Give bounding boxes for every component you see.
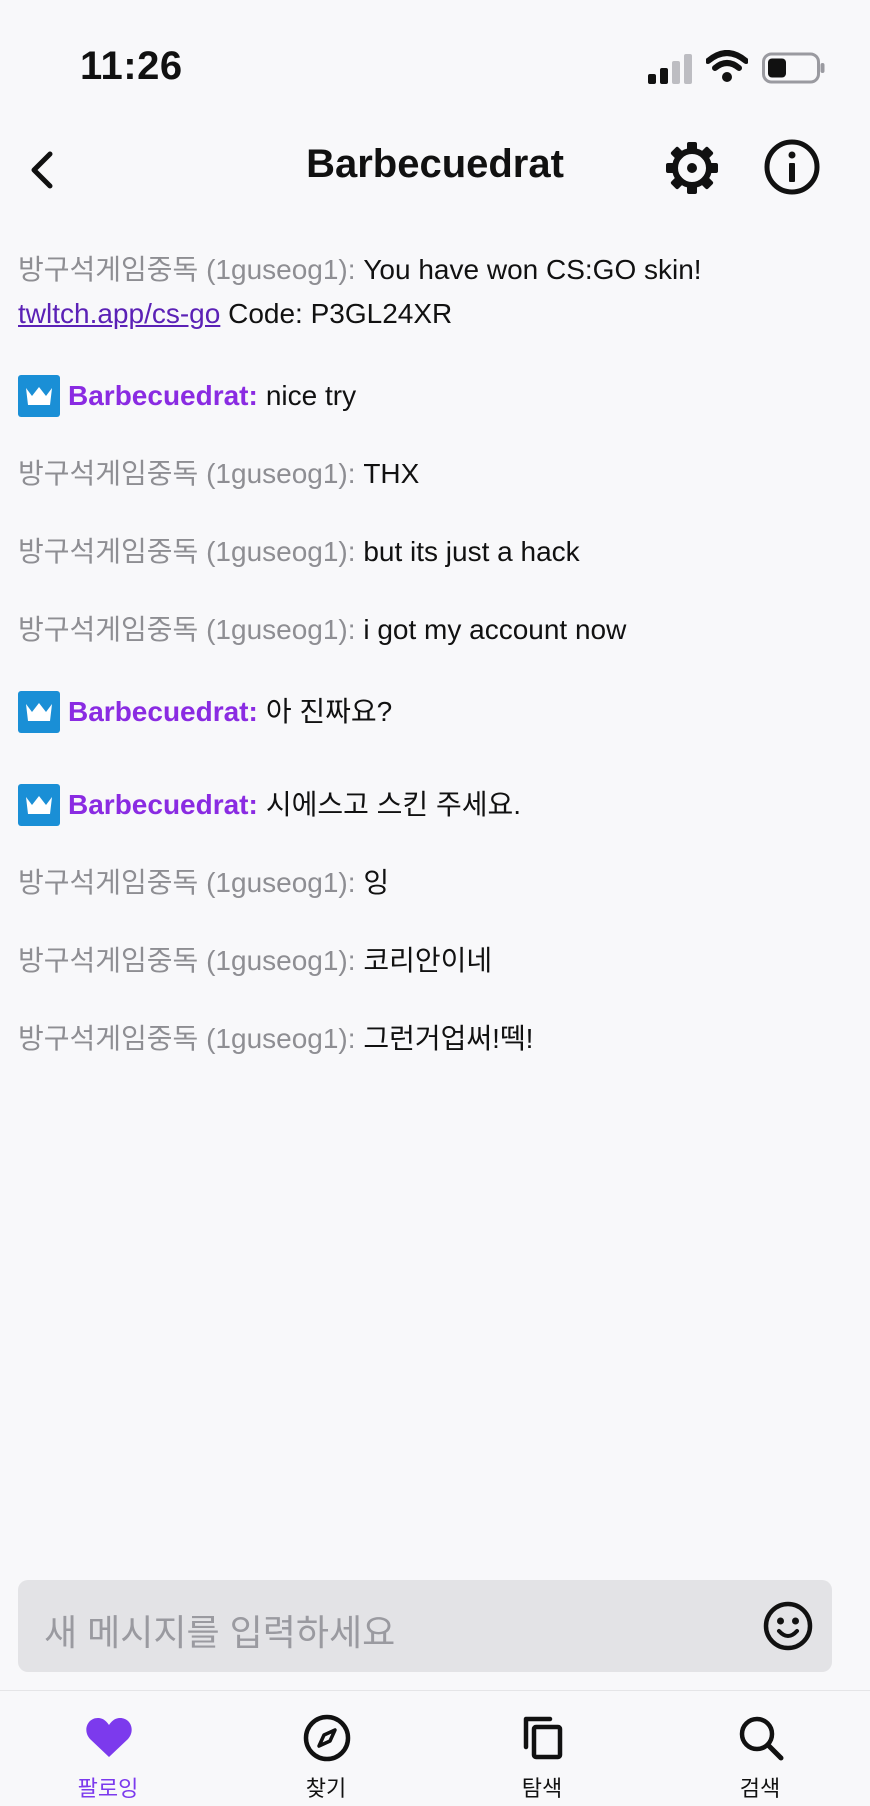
crown-badge-icon xyxy=(18,375,60,417)
chat-message-text: 코리안이네 xyxy=(355,945,493,976)
tab-label: 팔로잉 xyxy=(77,1776,139,1801)
chat-message: 방구석게임중독 (1guseog1): but its just a hack xyxy=(18,530,858,574)
chat-message-text: 잉 xyxy=(355,867,390,898)
emoji-icon[interactable] xyxy=(762,1600,814,1652)
crown-badge-icon xyxy=(18,784,60,826)
chat-message: Barbecuedrat: 아 진짜요? xyxy=(18,690,858,734)
chat-username[interactable]: 방구석게임중독 (1guseog1): xyxy=(18,945,356,976)
crown-badge-icon xyxy=(18,691,60,733)
chat-message-text: THX xyxy=(355,458,420,489)
search-icon xyxy=(739,1716,784,1761)
chat-message-list: 방구석게임중독 (1guseog1): You have won CS:GO s… xyxy=(18,248,858,1061)
chat-username[interactable]: Barbecuedrat: xyxy=(68,690,258,734)
status-bar: 11:26 xyxy=(0,0,870,120)
chat-message-text: You have won CS:GO skin! xyxy=(355,254,702,285)
chat-username[interactable]: Barbecuedrat: xyxy=(68,374,258,418)
chat-message: 방구석게임중독 (1guseog1): 그런거업써!떽! xyxy=(18,1017,858,1061)
chat-message-text: 그런거업써!떽! xyxy=(355,1023,534,1054)
chat-message: Barbecuedrat: 시에스고 스킨 주세요. xyxy=(18,783,858,827)
chat-message-text: but its just a hack xyxy=(355,536,580,567)
chat-message-text: i got my account now xyxy=(355,614,627,645)
chat-message: 방구석게임중독 (1guseog1): You have won CS:GO s… xyxy=(18,248,858,336)
chat-username[interactable]: 방구석게임중독 (1guseog1): xyxy=(18,536,356,567)
chat-message: 방구석게임중독 (1guseog1): 잉 xyxy=(18,861,858,905)
chat-username[interactable]: 방구석게임중독 (1guseog1): xyxy=(18,458,356,489)
tab-label: 탐색 xyxy=(521,1776,563,1801)
tab-label: 검색 xyxy=(739,1776,781,1801)
chat-message-link[interactable]: twltch.app/cs-go xyxy=(18,298,220,329)
status-time: 11:26 xyxy=(80,44,183,88)
chat-username[interactable]: Barbecuedrat: xyxy=(68,783,258,827)
tab-search[interactable]: 검색 xyxy=(700,1691,820,1806)
chat-message: 방구석게임중독 (1guseog1): 코리안이네 xyxy=(18,939,858,983)
settings-gear-icon[interactable] xyxy=(664,140,720,196)
page-title: Barbecuedrat xyxy=(306,142,564,186)
info-icon[interactable] xyxy=(763,138,821,196)
chat-message-text: Code: P3GL24XR xyxy=(220,298,453,329)
battery-icon xyxy=(762,52,825,84)
chat-message-text: 시에스고 스킨 주세요. xyxy=(265,789,522,820)
chat-username[interactable]: 방구석게임중독 (1guseog1): xyxy=(18,254,356,285)
wifi-icon xyxy=(706,50,748,82)
chat-message-text: 아 진짜요? xyxy=(265,696,393,727)
message-input[interactable]: 새 메시지를 입력하세요 xyxy=(18,1580,832,1672)
chat-username[interactable]: 방구석게임중독 (1guseog1): xyxy=(18,614,356,645)
tab-label: 찾기 xyxy=(305,1776,347,1801)
compass-icon xyxy=(303,1714,351,1762)
chat-message: Barbecuedrat: nice try xyxy=(18,374,858,418)
message-input-placeholder: 새 메시지를 입력하세요 xyxy=(44,1612,396,1653)
chat-username[interactable]: 방구석게임중독 (1guseog1): xyxy=(18,867,356,898)
chat-message-text: nice try xyxy=(265,380,357,411)
tab-discover[interactable]: 찾기 xyxy=(266,1691,386,1806)
tab-bar: 팔로잉 찾기 탐색 검색 xyxy=(0,1690,870,1806)
chat-message: 방구석게임중독 (1guseog1): i got my account now xyxy=(18,608,858,652)
heart-icon xyxy=(86,1717,132,1757)
copy-icon xyxy=(523,1716,563,1760)
cellular-signal-icon xyxy=(648,54,692,84)
chat-username[interactable]: 방구석게임중독 (1guseog1): xyxy=(18,1023,356,1054)
tab-browse[interactable]: 탐색 xyxy=(482,1691,602,1806)
tab-following[interactable]: 팔로잉 xyxy=(48,1691,168,1806)
chat-message: 방구석게임중독 (1guseog1): THX xyxy=(18,452,858,496)
